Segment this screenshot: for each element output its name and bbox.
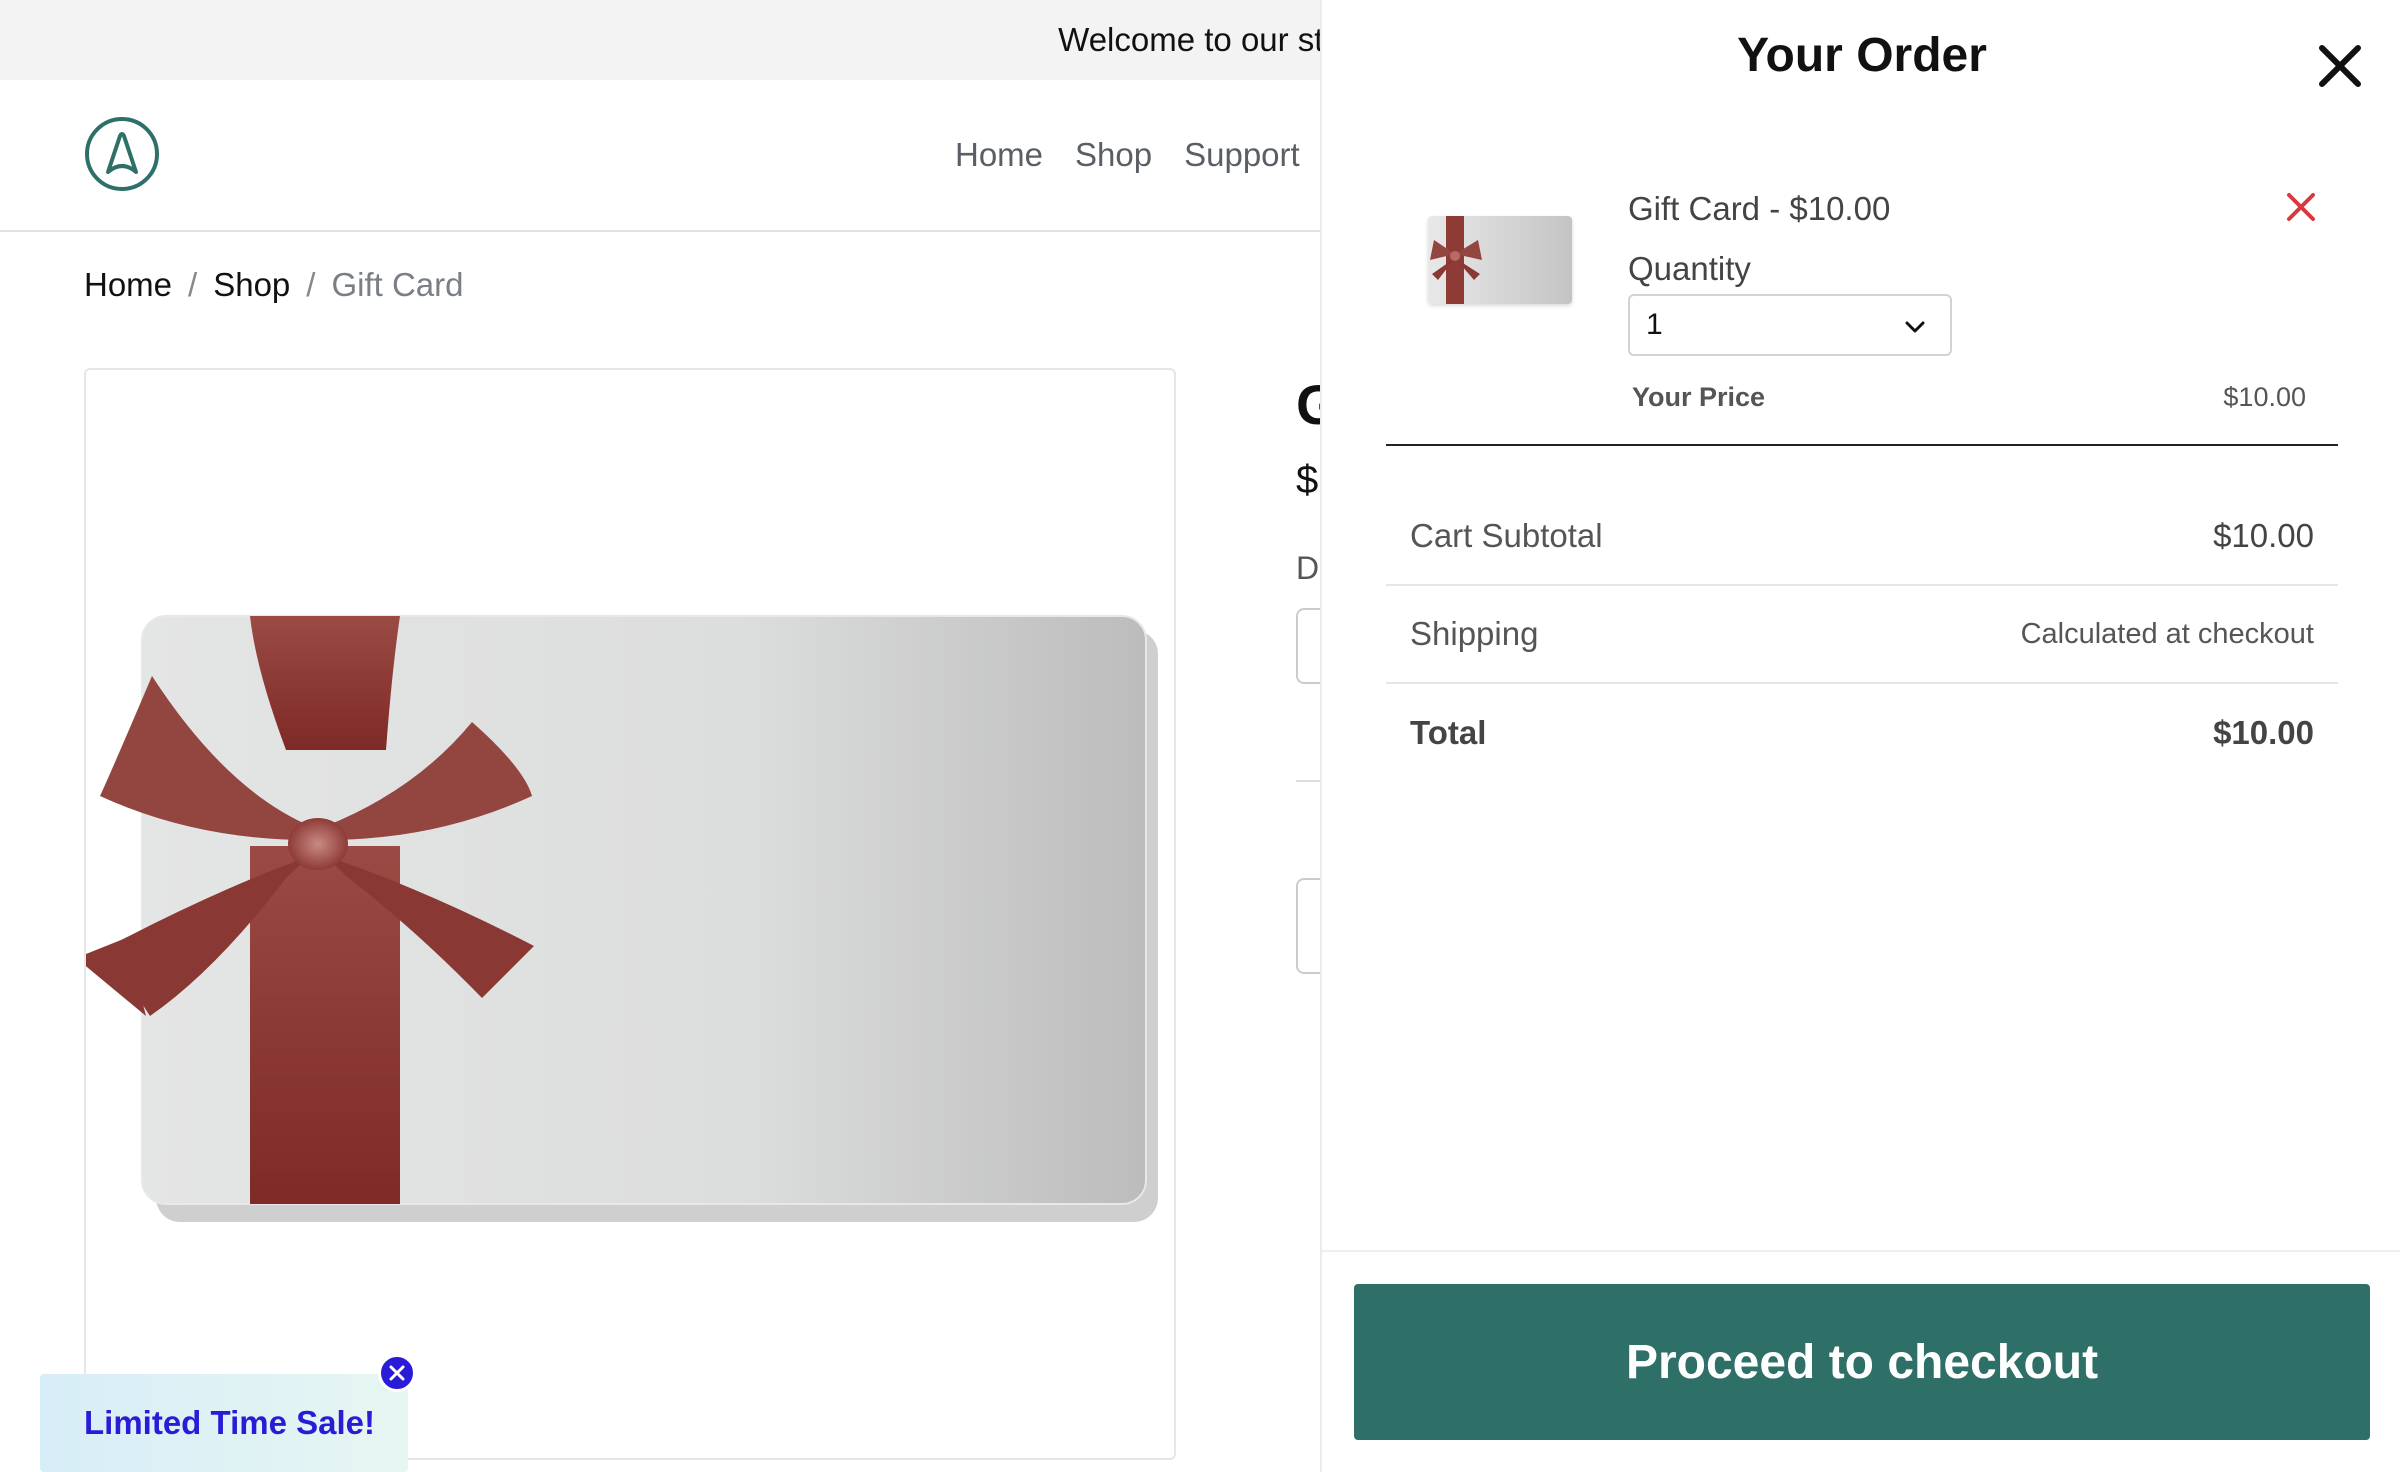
cart-item-name: Gift Card - $10.00 — [1628, 190, 1891, 227]
nav-shop[interactable]: Shop — [1075, 136, 1152, 174]
shipping-row: Shipping Calculated at checkout — [1386, 586, 2338, 684]
subtotal-value: $10.00 — [2213, 517, 2314, 554]
shipping-value: Calculated at checkout — [2020, 617, 2314, 650]
store-logo-icon[interactable] — [84, 116, 160, 192]
store-page: Welcome to our sto Home Shop Support Hom… — [0, 0, 2400, 1472]
promo-banner[interactable]: Limited Time Sale! — [40, 1374, 408, 1472]
your-price-value: $10.00 — [2223, 382, 2306, 412]
chevron-down-icon — [1905, 321, 1925, 333]
announcement-text: Welcome to our sto — [1058, 21, 1342, 58]
remove-x-icon[interactable] — [2284, 190, 2318, 224]
breadcrumb-separator: / — [306, 266, 316, 303]
breadcrumb-home[interactable]: Home — [84, 266, 172, 304]
cart-drawer: Your Order Gift Card - $10.00 Quantity 1… — [1320, 0, 2400, 1472]
site-header: Home Shop Support — [0, 80, 1320, 232]
close-icon[interactable] — [2314, 40, 2366, 92]
main-nav: Home Shop Support — [955, 136, 1300, 174]
total-row: Total $10.00 — [1386, 684, 2338, 782]
cart-item-thumbnail — [1428, 216, 1572, 304]
cart-title: Your Order — [1737, 29, 1987, 82]
quantity-value: 1 — [1646, 308, 1663, 341]
promo-label: Limited Time Sale! — [84, 1404, 375, 1441]
checkout-label: Proceed to checkout — [1625, 1335, 2099, 1389]
total-label: Total — [1410, 714, 1487, 751]
quantity-label: Quantity — [1628, 250, 1751, 287]
breadcrumb-current: Gift Card — [331, 266, 464, 303]
checkout-button[interactable]: Proceed to checkout — [1354, 1284, 2370, 1440]
product-image-frame[interactable] — [84, 368, 1176, 1460]
subtotal-row: Cart Subtotal $10.00 — [1386, 488, 2338, 586]
product-price-peek: $ — [1296, 458, 1319, 502]
subtotal-label: Cart Subtotal — [1410, 517, 1603, 554]
nav-support[interactable]: Support — [1184, 136, 1300, 174]
your-price-label: Your Price — [1632, 382, 1766, 412]
product-label-peek: D — [1296, 550, 1320, 586]
close-circle-icon[interactable] — [378, 1354, 416, 1392]
nav-home[interactable]: Home — [955, 136, 1043, 174]
item-divider — [1386, 444, 2338, 446]
breadcrumb-separator: / — [188, 266, 198, 303]
breadcrumb-shop[interactable]: Shop — [213, 266, 290, 304]
breadcrumb: Home / Shop / Gift Card — [84, 266, 464, 304]
shipping-label: Shipping — [1410, 615, 1539, 652]
gift-card-image — [86, 615, 1158, 1222]
total-value: $10.00 — [2213, 714, 2314, 751]
quantity-select[interactable]: 1 — [1628, 294, 1952, 356]
footer-divider — [1322, 1250, 2400, 1252]
